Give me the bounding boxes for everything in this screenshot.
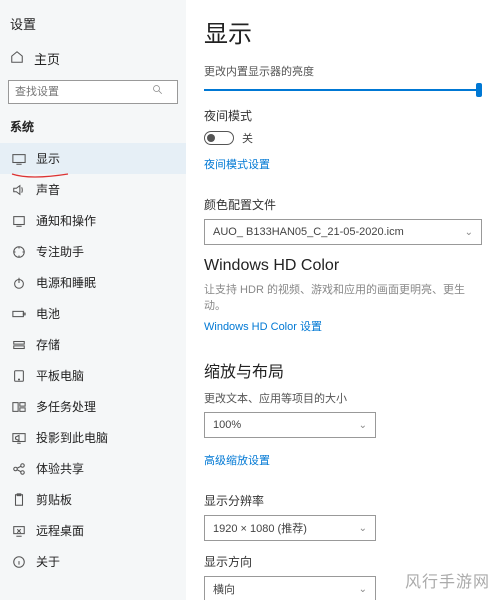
color-profile-value: AUO_ B133HAN05_C_21-05-2020.icm <box>213 226 404 238</box>
scale-select[interactable]: 100% ⌄ <box>204 412 376 438</box>
window-title-row: 设置 <box>0 8 186 43</box>
watermark-text: 风行手游网 <box>405 568 490 592</box>
brightness-slider[interactable] <box>204 89 482 91</box>
nav-label: 电池 <box>36 305 60 322</box>
toggle-state-label: 关 <box>242 130 253 146</box>
hd-color-link[interactable]: Windows HD Color 设置 <box>204 318 322 334</box>
display-icon <box>12 152 26 166</box>
clipboard-icon <box>12 493 26 507</box>
nav-label: 多任务处理 <box>36 398 96 415</box>
shared-icon <box>12 462 26 476</box>
scale-label: 更改文本、应用等项目的大小 <box>204 390 482 406</box>
nav-notifications[interactable]: 通知和操作 <box>0 205 186 236</box>
nav-label: 专注助手 <box>36 243 84 260</box>
page-title: 显示 <box>204 14 482 49</box>
nav-storage[interactable]: 存储 <box>0 329 186 360</box>
nav-power[interactable]: 电源和睡眠 <box>0 267 186 298</box>
nav-list: 显示 声音 通知和操作 专注助手 电源和睡眠 电池 <box>0 143 186 577</box>
color-profile-label: 颜色配置文件 <box>204 196 482 213</box>
search-icon <box>152 84 164 99</box>
chevron-down-icon: ⌄ <box>359 523 367 534</box>
multitask-icon <box>12 400 26 414</box>
nav-label: 关于 <box>36 553 60 570</box>
home-row[interactable]: 主页 <box>0 43 186 78</box>
slider-thumb-icon[interactable] <box>476 83 482 97</box>
section-label: 系统 <box>0 114 186 143</box>
settings-title: 设置 <box>10 14 36 33</box>
nav-label: 通知和操作 <box>36 212 96 229</box>
color-profile-select[interactable]: AUO_ B133HAN05_C_21-05-2020.icm ⌄ <box>204 219 482 245</box>
toggle-knob-icon <box>207 134 215 142</box>
remote-icon <box>12 524 26 538</box>
nav-label: 体验共享 <box>36 460 84 477</box>
nav-label: 平板电脑 <box>36 367 84 384</box>
nav-battery[interactable]: 电池 <box>0 298 186 329</box>
nav-label: 显示 <box>36 150 60 167</box>
nav-label: 远程桌面 <box>36 522 84 539</box>
orientation-select[interactable]: 横向 ⌄ <box>204 576 376 600</box>
nav-tablet[interactable]: 平板电脑 <box>0 360 186 391</box>
nav-label: 电源和睡眠 <box>36 274 96 291</box>
nav-multitask[interactable]: 多任务处理 <box>0 391 186 422</box>
about-icon <box>12 555 26 569</box>
nav-focus[interactable]: 专注助手 <box>0 236 186 267</box>
home-label: 主页 <box>34 49 60 68</box>
night-mode-settings-link[interactable]: 夜间模式设置 <box>204 156 270 172</box>
hd-color-desc: 让支持 HDR 的视频、游戏和应用的画面更明亮、更生动。 <box>204 281 482 313</box>
zoom-title: 缩放与布局 <box>204 358 482 382</box>
resolution-value: 1920 × 1080 (推荐) <box>213 520 307 536</box>
search-box[interactable] <box>8 80 178 104</box>
brightness-label: 更改内置显示器的亮度 <box>204 63 482 79</box>
sound-icon <box>12 183 26 197</box>
nav-display[interactable]: 显示 <box>0 143 186 174</box>
nav-label: 声音 <box>36 181 60 198</box>
nav-label: 剪贴板 <box>36 491 72 508</box>
selection-underline-icon <box>10 170 70 180</box>
chevron-down-icon: ⌄ <box>465 227 473 238</box>
resolution-label: 显示分辨率 <box>204 492 482 509</box>
nav-shared[interactable]: 体验共享 <box>0 453 186 484</box>
nav-about[interactable]: 关于 <box>0 546 186 577</box>
storage-icon <box>12 338 26 352</box>
nav-clipboard[interactable]: 剪贴板 <box>0 484 186 515</box>
hd-color-title: Windows HD Color <box>204 257 482 275</box>
night-mode-toggle[interactable] <box>204 131 234 145</box>
focus-icon <box>12 245 26 259</box>
resolution-select[interactable]: 1920 × 1080 (推荐) ⌄ <box>204 515 376 541</box>
nav-project[interactable]: 投影到此电脑 <box>0 422 186 453</box>
project-icon <box>12 431 26 445</box>
battery-icon <box>12 307 26 321</box>
night-mode-label: 夜间模式 <box>204 107 482 124</box>
nav-label: 存储 <box>36 336 60 353</box>
power-icon <box>12 276 26 290</box>
orientation-value: 横向 <box>213 581 235 597</box>
chevron-down-icon: ⌄ <box>359 584 367 595</box>
notifications-icon <box>12 214 26 228</box>
nav-label: 投影到此电脑 <box>36 429 108 446</box>
scale-value: 100% <box>213 419 241 431</box>
adv-scale-link[interactable]: 高级缩放设置 <box>204 452 270 468</box>
tablet-icon <box>12 369 26 383</box>
sidebar: 设置 主页 系统 显示 声音 <box>0 0 186 600</box>
nav-remote[interactable]: 远程桌面 <box>0 515 186 546</box>
home-icon <box>10 50 24 67</box>
main-content: 显示 更改内置显示器的亮度 夜间模式 关 夜间模式设置 颜色配置文件 AUO_ … <box>186 0 500 600</box>
chevron-down-icon: ⌄ <box>359 420 367 431</box>
